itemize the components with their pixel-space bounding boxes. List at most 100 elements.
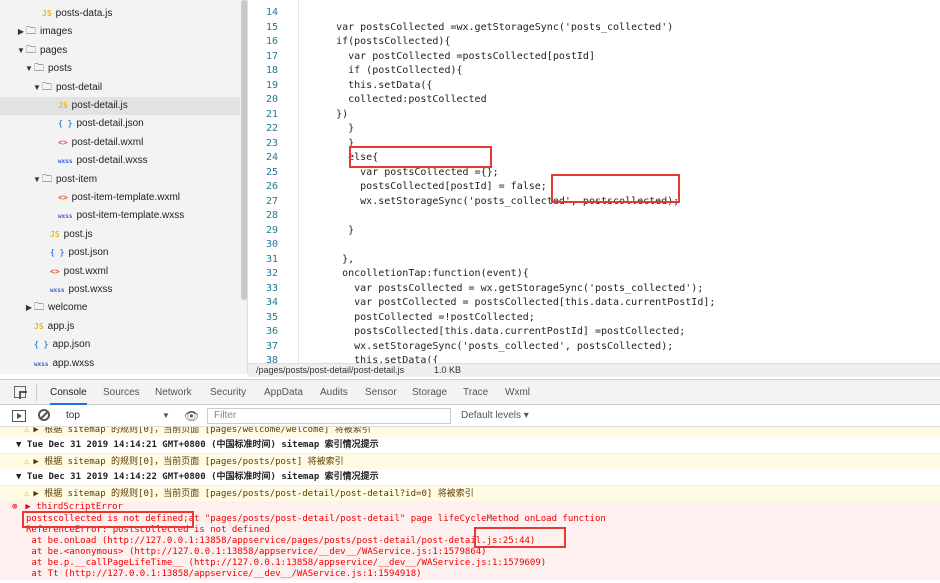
show-console-sidebar-icon[interactable] xyxy=(12,410,26,422)
tree-item-app-json[interactable]: { } app.json xyxy=(0,336,240,354)
tree-item-post-item-template-wxss[interactable]: wxss post-item-template.wxss xyxy=(0,207,240,225)
code-line[interactable]: 31 }, xyxy=(248,253,940,268)
console-filter-input[interactable]: Filter xyxy=(207,408,451,424)
tree-item-post-wxml[interactable]: <> post.wxml xyxy=(0,263,240,281)
code-line[interactable]: 25 var postsCollected ={}; xyxy=(248,166,940,181)
console-filter-bar: top ▼ 👁 Filter Default levels ▾ xyxy=(0,405,940,427)
console-message: ▶ 根据 sitemap 的规则[0]，当前页面 [pages/posts/po… xyxy=(33,457,344,467)
console-error-row[interactable]: at be.<anonymous> (http://127.0.0.1:1385… xyxy=(0,547,940,558)
code-line[interactable]: 16 if(postsCollected){ xyxy=(248,35,940,50)
line-number: 34 xyxy=(265,297,278,308)
code-line[interactable]: 23 } xyxy=(248,137,940,152)
console-error-row[interactable]: at be.p.__callPageLifeTime__ (http://127… xyxy=(0,558,940,569)
code-line[interactable]: 27 wx.setStorageSync('posts_collected', … xyxy=(248,195,940,210)
console-warning-row[interactable]: ⚠ ▶ 根据 sitemap 的规则[0]，当前页面 [pages/posts/p… xyxy=(0,453,940,469)
code-line[interactable]: 19 this.setData({ xyxy=(248,79,940,94)
code-line[interactable]: 29 } xyxy=(248,224,940,239)
code-line[interactable]: 28 xyxy=(248,209,940,224)
code-line[interactable]: 20 collected:postCollected xyxy=(248,93,940,108)
tree-item-label: post.wxss xyxy=(68,284,113,295)
code-line[interactable]: 18 if (postCollected){ xyxy=(248,64,940,79)
code-line[interactable]: 33 var postsCollected = wx.getStorageSyn… xyxy=(248,282,940,297)
code-line[interactable]: 38 this.setData({ xyxy=(248,354,940,363)
expanded-arrow-icon[interactable]: ▼ xyxy=(32,171,42,189)
code-editor[interactable]: 14 15 var postsCollected =wx.getStorageS… xyxy=(248,0,940,363)
console-warning-row[interactable]: ⚠ ▶ 根据 sitemap 的规则[0]，当前页面 [pages/posts/p… xyxy=(0,485,940,501)
line-code: var postsCollected =wx.getStorageSync('p… xyxy=(312,21,674,33)
tree-item-post-wxss[interactable]: wxss post.wxss xyxy=(0,281,240,299)
line-code: oncolletionTap:function(event){ xyxy=(312,268,529,279)
code-line[interactable]: 35 postCollected =!postCollected; xyxy=(248,311,940,326)
file-path: /pages/posts/post-detail/post-detail.js xyxy=(256,365,405,375)
tree-item-welcome[interactable]: ▶ 🗀 welcome xyxy=(0,299,240,317)
chevron-down-icon[interactable]: ▼ xyxy=(162,408,170,424)
tree-item-post-detail-wxss[interactable]: wxss post-detail.wxss xyxy=(0,152,240,170)
wxml-file-icon: <> xyxy=(58,137,68,147)
code-line[interactable]: 34 var postCollected = postsCollected[th… xyxy=(248,296,940,311)
tree-item-post-detail-wxml[interactable]: <> post-detail.wxml xyxy=(0,134,240,152)
console-error-row[interactable]: at be.onLoad (http://127.0.0.1:13858/app… xyxy=(0,536,940,547)
line-code: postCollected =!postCollected; xyxy=(312,311,535,323)
tab-wxml[interactable]: Wxml xyxy=(505,380,530,405)
eye-icon[interactable]: 👁 xyxy=(184,409,199,423)
tab-sensor[interactable]: Sensor xyxy=(365,380,397,405)
tree-item-post-detail-js[interactable]: JS post-detail.js xyxy=(0,97,240,115)
expanded-arrow-icon[interactable]: ▼ xyxy=(24,60,34,78)
tree-item-post-item-template-wxml[interactable]: <> post-item-template.wxml xyxy=(0,189,240,207)
console-group-row[interactable]: ▼ Tue Dec 31 2019 14:14:21 GMT+0800 (中国标… xyxy=(0,437,940,453)
tab-sources[interactable]: Sources xyxy=(103,380,140,405)
tab-trace[interactable]: Trace xyxy=(463,380,488,405)
tree-item-post-js[interactable]: JS post.js xyxy=(0,226,240,244)
clear-console-icon[interactable] xyxy=(38,409,50,421)
code-line[interactable]: 24 else{ xyxy=(248,151,940,166)
console-error-row[interactable]: ReferenceError: postscollected is not de… xyxy=(0,525,940,536)
code-line[interactable]: 21 }) xyxy=(248,108,940,123)
inspect-element-icon[interactable] xyxy=(14,386,27,399)
collapsed-arrow-icon[interactable]: ▶ xyxy=(24,299,34,317)
tree-item-images[interactable]: ▶ 🗀 images xyxy=(0,23,240,41)
folder-file-icon: 🗀 xyxy=(34,302,44,314)
tree-item-label: post-detail.wxss xyxy=(76,155,148,167)
code-line[interactable]: 37 wx.setStorageSync('posts_collected', … xyxy=(248,340,940,355)
code-line[interactable]: 36 postsCollected[this.data.currentPostI… xyxy=(248,325,940,340)
tree-item-post-detail-json[interactable]: { } post-detail.json xyxy=(0,115,240,133)
tree-item-posts-data-js[interactable]: JS posts-data.js xyxy=(0,5,240,23)
tree-item-post-item[interactable]: ▼🗀 post-item xyxy=(0,171,240,189)
line-code: else{ xyxy=(312,152,379,163)
code-line[interactable]: 32 oncolletionTap:function(event){ xyxy=(248,267,940,282)
tree-item-posts[interactable]: ▼🗀 posts xyxy=(0,60,240,78)
tree-item-label: post.json xyxy=(68,247,109,259)
code-line[interactable]: 17 var postCollected =postsCollected[pos… xyxy=(248,50,940,65)
tab-console[interactable]: Console xyxy=(50,380,87,405)
file-tree-scrollbar[interactable] xyxy=(241,0,247,300)
code-line[interactable]: 30 xyxy=(248,238,940,253)
line-number: 32 xyxy=(265,268,278,279)
tab-network[interactable]: Network xyxy=(155,380,192,405)
context-selector[interactable]: top xyxy=(60,408,174,424)
wxss-file-icon: wxss xyxy=(58,158,73,166)
console-error-row[interactable]: at Tt (http://127.0.0.1:13858/appservice… xyxy=(0,569,940,580)
console-warning-row[interactable]: ⚠ ▶ 根据 sitemap 的规则[0]，当前页面 [pages/welcome… xyxy=(0,427,940,437)
tree-item-app-js[interactable]: JS app.js xyxy=(0,318,240,336)
code-line[interactable]: 22 } xyxy=(248,122,940,137)
tab-appdata[interactable]: AppData xyxy=(264,380,303,405)
tree-item-post-json[interactable]: { } post.json xyxy=(0,244,240,262)
console-error-row[interactable]: postscollected is not defined;at "pages/… xyxy=(0,514,940,525)
js-file-icon: JS xyxy=(42,9,52,18)
tree-item-pages[interactable]: ▼🗀 pages xyxy=(0,42,240,60)
console-error-row[interactable]: ⊗ ▶ thirdScriptError xyxy=(0,501,940,514)
expanded-arrow-icon[interactable]: ▼ xyxy=(16,42,26,60)
code-line[interactable]: 26 postsCollected[postId] = false; xyxy=(248,180,940,195)
console-group-row[interactable]: ▼ Tue Dec 31 2019 14:14:22 GMT+0800 (中国标… xyxy=(0,469,940,485)
code-line[interactable]: 14 xyxy=(248,6,940,21)
code-line[interactable]: 15 var postsCollected =wx.getStorageSync… xyxy=(248,21,940,36)
tree-item-app-wxss[interactable]: wxss app.wxss xyxy=(0,355,240,373)
log-levels-dropdown[interactable]: Default levels ▾ xyxy=(461,408,529,424)
expanded-arrow-icon[interactable]: ▼ xyxy=(32,79,42,97)
tab-security[interactable]: Security xyxy=(210,380,246,405)
tab-storage[interactable]: Storage xyxy=(412,380,447,405)
collapsed-arrow-icon[interactable]: ▶ xyxy=(16,23,26,41)
tree-item-post-detail[interactable]: ▼🗀 post-detail xyxy=(0,79,240,97)
tab-audits[interactable]: Audits xyxy=(320,380,348,405)
warning-icon: ⚠ xyxy=(24,427,30,435)
